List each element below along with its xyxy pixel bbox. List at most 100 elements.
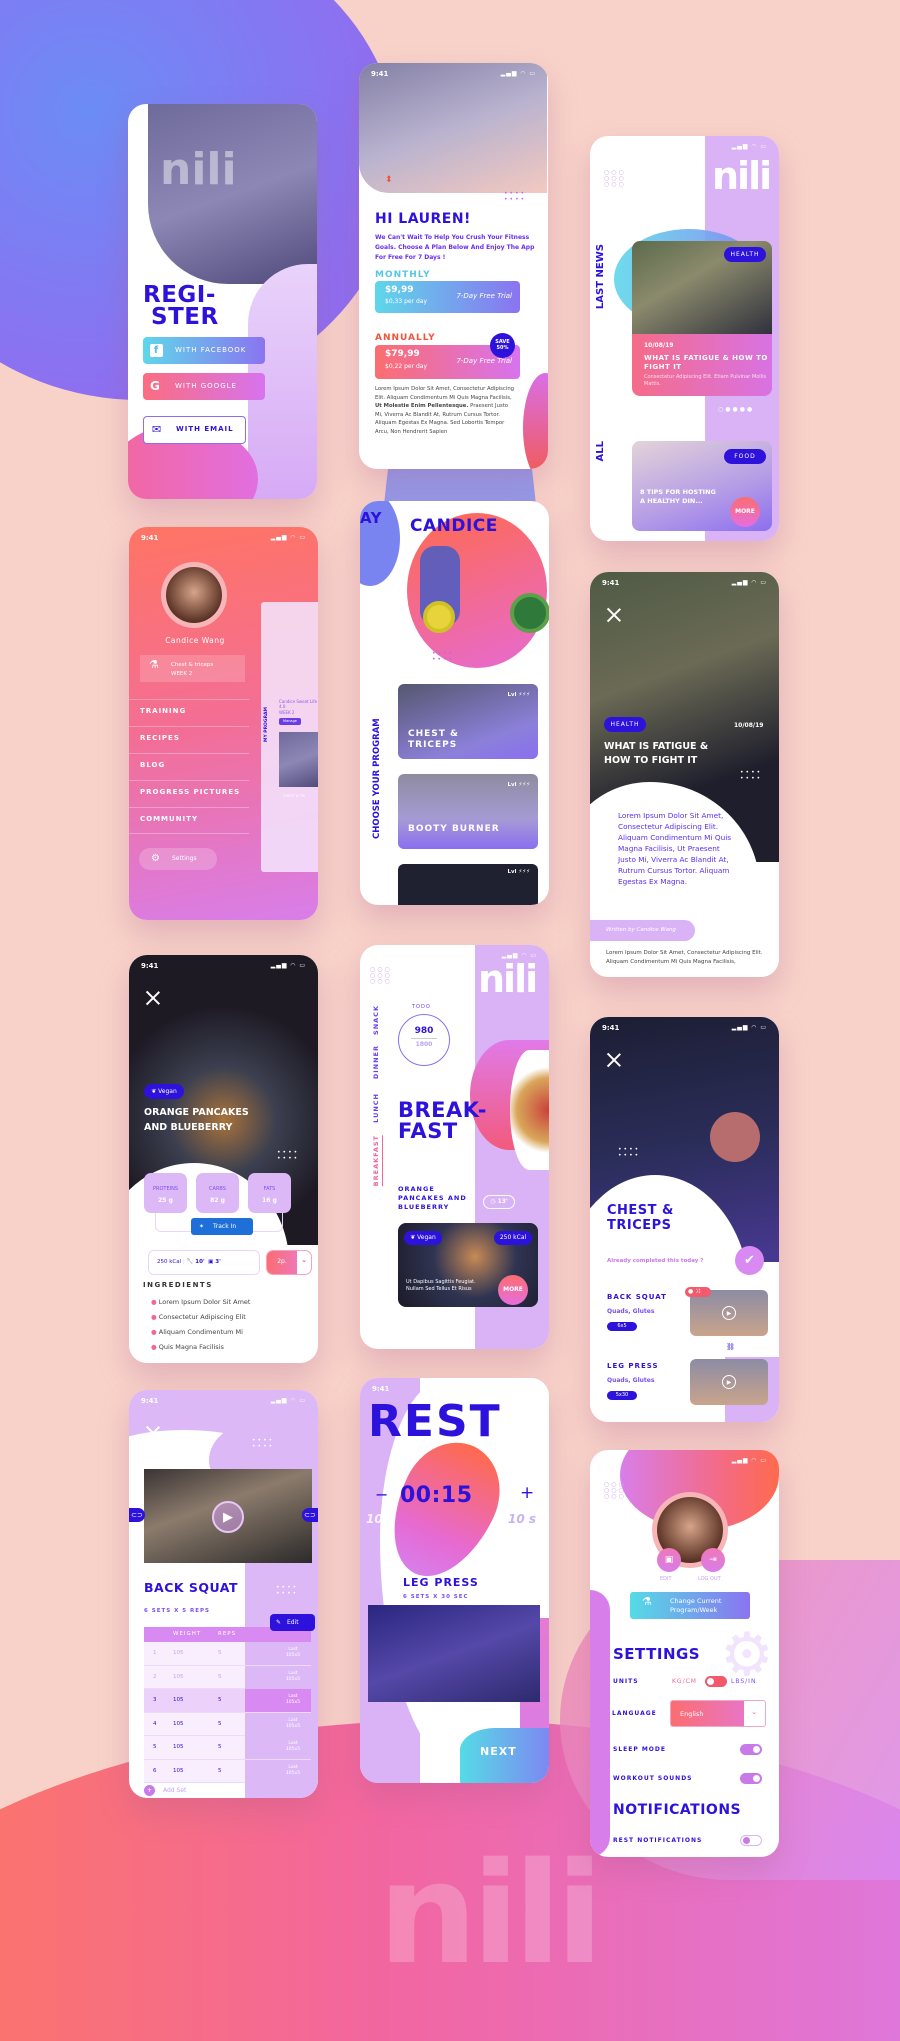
avatar[interactable]: [161, 562, 227, 628]
google-button[interactable]: G WITH GOOGLE: [143, 373, 265, 400]
prev-link-icon[interactable]: ⊂⊃: [129, 1508, 145, 1522]
tab-dinner[interactable]: DINNER: [372, 1045, 380, 1079]
last-set: Last 105x5: [285, 1717, 301, 1729]
sets-table: 1 105 5 Last 105x5 2 105 5 Last 105x5 3 105 5 Last …: [144, 1642, 311, 1783]
vegan-tag: ❦ Vegan: [144, 1084, 184, 1099]
workout-sounds-toggle[interactable]: [740, 1773, 762, 1784]
menu-item-recipes[interactable]: RECIPES: [129, 726, 249, 753]
sleep-mode-label: SLEEP MODE: [613, 1746, 666, 1753]
settings-button[interactable]: ⚙ Settings: [139, 848, 217, 870]
article-card[interactable]: FOOD 8 TIPS FOR HOSTING A HEALTHY DIN...…: [632, 441, 772, 531]
save-badge: SAVE 50%: [490, 333, 515, 358]
settings-screen: ▂▄▆ ◠ ▭ ⚙ ○○○ ○○○ ○○○ ▣ ⇥ EDIT LOG OUT ⚗ Ch…: [590, 1450, 779, 1857]
menu-item-community[interactable]: COMMUNITY: [129, 807, 249, 834]
status-time: 9:41: [371, 70, 389, 78]
program-card[interactable]: Lvl ⚡⚡⚡ CHEST & TRICEPS: [398, 684, 538, 759]
logo: nili: [160, 144, 237, 195]
watermark-logo: nili: [378, 1833, 604, 1996]
workout-title: CHEST & TRICEPS: [607, 1203, 674, 1233]
category-tag: HEALTH: [604, 717, 646, 732]
set-row[interactable]: 2 105 5 Last 105x5: [144, 1665, 311, 1689]
set-number: 5: [153, 1744, 157, 1750]
decrease-button[interactable]: −: [375, 1485, 388, 1504]
set-row[interactable]: 3 105 5 Last 105x5: [144, 1689, 311, 1713]
exercise-video[interactable]: ▶: [690, 1359, 768, 1405]
close-icon[interactable]: [146, 1426, 160, 1440]
mark-complete-button[interactable]: ✔: [735, 1246, 764, 1275]
play-icon: ▶: [722, 1306, 736, 1320]
last-set: Last 105x5: [285, 1741, 301, 1752]
servings-select[interactable]: 2p. ⌄: [266, 1250, 312, 1275]
program-preview-panel[interactable]: MY PROGRAM Candice Sweat Life 4.0 WEEK 2…: [261, 602, 318, 872]
set-row[interactable]: 5 105 5 Last 105x5: [144, 1736, 311, 1760]
track-in-button[interactable]: ✶ Track In: [191, 1218, 253, 1235]
sleep-mode-toggle[interactable]: [740, 1744, 762, 1755]
menu-item-training[interactable]: TRAINING: [129, 699, 249, 726]
logout-button[interactable]: ⇥: [701, 1548, 725, 1572]
set-reps: 5: [218, 1697, 222, 1703]
article-subtitle: Consectetur Adipiscing Elit. Etiam Pulvi…: [644, 374, 767, 387]
edit-photo-button[interactable]: ▣: [657, 1548, 681, 1572]
price: $9,99: [385, 285, 414, 295]
program-title: BOOTY BURNER: [408, 824, 500, 834]
rest-notifications-toggle[interactable]: [740, 1835, 762, 1846]
manage-button[interactable]: Manage: [279, 718, 301, 725]
price: $79,99: [385, 349, 420, 359]
exercise-video[interactable]: ▶: [144, 1469, 312, 1563]
status-time: 9:41: [602, 579, 620, 587]
level-indicator: Lvl ⚡⚡⚡: [507, 782, 531, 788]
status-time: 9:41: [141, 962, 159, 970]
program-card[interactable]: Lvl ⚡⚡⚡ BOOTY BURNER: [398, 774, 538, 849]
email-button[interactable]: ✉ WITH EMAIL: [143, 416, 246, 444]
trial-label: 7-Day Free Trial: [456, 357, 512, 365]
program-card[interactable]: Lvl ⚡⚡⚡: [398, 864, 538, 905]
set-row[interactable]: 1 105 5 Last 105x5: [144, 1642, 311, 1666]
add-set-button[interactable]: + Add Set: [144, 1785, 186, 1796]
monthly-plan-card[interactable]: $9,99 $0,33 per day 7-Day Free Trial: [375, 281, 520, 313]
increase-button[interactable]: +: [520, 1483, 534, 1503]
more-button[interactable]: MORE: [730, 497, 760, 527]
more-button[interactable]: MORE: [498, 1275, 528, 1305]
edit-button[interactable]: ✎ Edit: [270, 1614, 315, 1631]
ingredient-item: ● Aliquam Condimentum Mi: [151, 1328, 243, 1336]
current-program[interactable]: ⚗ Chest & triceps WEEK 2: [140, 655, 245, 682]
side-menu-screen: 9:41 ▂▄▆ ◠ ▭ MY PROGRAM Candice Sweat Lif…: [129, 527, 318, 920]
category-tag: HEALTH: [724, 247, 766, 262]
units-toggle[interactable]: [705, 1676, 727, 1687]
close-icon[interactable]: [607, 608, 621, 622]
close-icon[interactable]: [607, 1053, 621, 1067]
preview-card-title: CHEST & TRI: [283, 794, 306, 798]
unit-metric: KG/CM: [672, 1678, 697, 1685]
featured-article-card[interactable]: HEALTH 10/08/19 WHAT IS FATIGUE & HOW TO…: [632, 241, 772, 396]
article-title: WHAT IS FATIGUE & HOW TO FIGHT IT: [644, 354, 768, 371]
recipe-screen: 9:41 ▂▄▆ ◠ ▭ ❦ Vegan ORANGE PANCAKES AND …: [129, 955, 318, 1363]
level-indicator: Lvl ⚡⚡⚡: [507, 692, 531, 698]
tab-lunch[interactable]: LUNCH: [372, 1093, 380, 1123]
set-reps: 5: [218, 1720, 222, 1727]
language-select[interactable]: English ⌄: [670, 1700, 766, 1727]
exercise-subtitle: 6 SETS X 5 REPS: [144, 1608, 210, 1614]
next-button[interactable]: NEXT: [460, 1728, 549, 1783]
tab-breakfast[interactable]: BREAKFAST: [372, 1135, 383, 1187]
carousel-dots[interactable]: ○●●●●: [718, 406, 754, 413]
ingredient-item: ● Quis Magna Facilisis: [151, 1343, 224, 1351]
todo-label: TODO: [412, 1004, 431, 1010]
preview-label: MY PROGRAM: [264, 707, 269, 743]
menu-item-progress-pictures[interactable]: PROGRESS PICTURES: [129, 780, 249, 807]
menu-item-blog[interactable]: BLOG: [129, 753, 249, 780]
set-row[interactable]: 4 105 5 Last 105x5: [144, 1712, 311, 1736]
meal-card[interactable]: ❦ Vegan 250 kCal Ut Dapibus Sagittis Feu…: [398, 1223, 538, 1307]
trial-label: 7-Day Free Trial: [456, 292, 512, 300]
section-title: CHOOSE YOUR PROGRAM: [372, 718, 382, 839]
exercise-name: BACK SQUAT: [607, 1293, 667, 1301]
facebook-button[interactable]: f WITH FACEBOOK: [143, 337, 265, 364]
superset-toggle[interactable]: ● ⤨: [685, 1287, 711, 1297]
tab-snack[interactable]: SNACK: [372, 1005, 380, 1035]
change-program-button[interactable]: ⚗ Change Current Program/Week: [630, 1592, 750, 1619]
prep-time: 🥄 10': [186, 1259, 205, 1265]
set-row[interactable]: 6 105 5 Last 105x5: [144, 1759, 311, 1783]
close-icon[interactable]: [146, 991, 160, 1005]
play-icon[interactable]: ▶: [212, 1501, 244, 1533]
units-label: UNITS: [613, 1678, 639, 1685]
next-link-icon[interactable]: ⊂⊃: [302, 1508, 318, 1522]
